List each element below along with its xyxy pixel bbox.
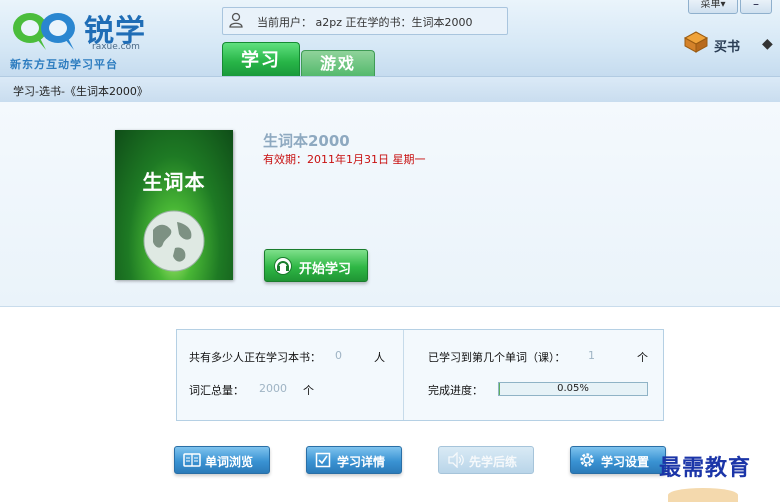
book-open-icon — [183, 453, 201, 467]
word-browse-label: 单词浏览 — [205, 455, 254, 469]
checklist-icon — [315, 452, 331, 468]
start-study-label: 开始学习 — [299, 262, 352, 277]
menu-button[interactable]: 菜单▾ — [688, 0, 738, 14]
book-expiry: 有效期：2011年1月31日 星期一 — [263, 153, 426, 166]
study-settings-button[interactable]: 学习设置 — [570, 446, 666, 474]
buy-book-label: 买书 — [714, 40, 741, 55]
total-words-unit: 个 — [303, 384, 314, 397]
total-words-value: 2000 — [259, 382, 287, 395]
breadcrumb-bar: 学习-选书-《生词本2000》 — [0, 76, 780, 103]
book-cart-icon — [683, 31, 709, 53]
current-word-value: 1 — [588, 349, 595, 362]
study-details-label: 学习详情 — [337, 455, 386, 469]
current-user-panel: 当前用户： a2pz 正在学的书：生词本2000 — [222, 7, 508, 35]
app-header: 锐学 raxue.com 新东方互动学习平台 当前用户： a2pz 正在学的书：… — [0, 0, 780, 77]
brand-tagline: 新东方互动学习平台 — [10, 58, 118, 71]
watermark-text: 最需教育 — [659, 456, 752, 481]
book-cover-title: 生词本 — [142, 170, 206, 194]
learn-then-practice-button[interactable]: 先学后练 — [438, 446, 534, 474]
book-cover: 生词本 — [115, 130, 233, 280]
study-settings-label: 学习设置 — [601, 455, 650, 469]
logo-badge-icon — [13, 13, 75, 50]
minimize-button[interactable]: – — [740, 0, 772, 14]
book-title: 生词本2000 — [263, 132, 350, 150]
window-edge-glyph: ◆ — [762, 36, 773, 52]
stats-box: 共有多少人正在学习本书： 0 人 词汇总量： 2000 个 已学习到第几个单词（… — [176, 329, 664, 421]
learners-value: 0 — [335, 349, 342, 362]
headset-icon — [274, 257, 292, 275]
tab-study[interactable]: 学习 — [222, 42, 300, 77]
current-word-unit: 个 — [637, 351, 648, 364]
current-word-label: 已学习到第几个单词（课）： — [428, 351, 566, 364]
learners-unit: 人 — [374, 351, 385, 364]
user-icon — [229, 12, 243, 28]
globe-icon — [143, 210, 205, 272]
study-details-button[interactable]: 学习详情 — [306, 446, 402, 474]
gear-icon — [580, 453, 594, 467]
progress-label: 完成进度： — [428, 384, 483, 397]
word-browse-button[interactable]: 单词浏览 — [174, 446, 270, 474]
progress-text: 0.05% — [557, 383, 589, 394]
total-words-label: 词汇总量： — [189, 384, 244, 397]
watermark-logo-shape — [668, 488, 738, 502]
app-logo: 锐学 raxue.com 新东方互动学习平台 — [6, 4, 206, 72]
learn-then-practice-label: 先学后练 — [469, 455, 518, 469]
current-user-text: 当前用户： a2pz 正在学的书：生词本2000 — [257, 16, 473, 29]
tab-games[interactable]: 游戏 — [301, 50, 375, 77]
book-info-panel: 生词本 生词本2000 有效期：2011年1月31日 星期一 开始学习 — [0, 102, 780, 307]
learners-label: 共有多少人正在学习本书： — [189, 351, 321, 364]
speaker-icon — [448, 452, 464, 468]
stats-divider — [403, 330, 404, 420]
brand-domain: raxue.com — [92, 42, 140, 52]
start-study-button[interactable]: 开始学习 — [264, 249, 368, 282]
progress-bar: 0.05% — [498, 382, 648, 396]
breadcrumb: 学习-选书-《生词本2000》 — [13, 85, 148, 98]
